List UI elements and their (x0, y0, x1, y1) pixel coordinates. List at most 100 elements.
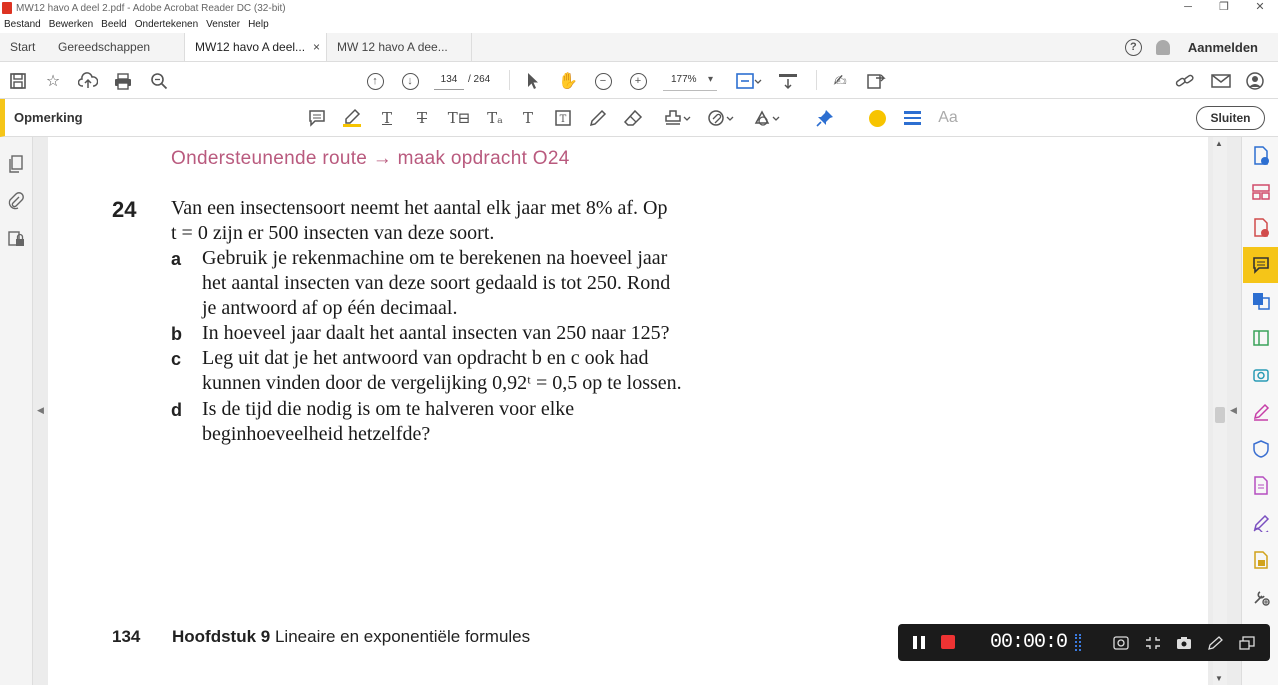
enhance-scan-icon[interactable] (1251, 365, 1271, 385)
main-toolbar: ☆ ↑ ↓ ✋ − + ✍ (0, 62, 1278, 99)
tab-document-active[interactable]: MW12 havo A deel... × (184, 33, 327, 61)
toolbar-divider (816, 70, 817, 90)
combine-files-icon[interactable] (1251, 291, 1271, 311)
save-icon[interactable] (8, 71, 28, 91)
fill-sign-icon[interactable] (1251, 402, 1271, 422)
create-pdf-icon[interactable] (1251, 218, 1271, 238)
next-page-icon[interactable]: ↓ (400, 71, 420, 91)
send-document-icon[interactable] (1251, 550, 1271, 570)
select-cursor-icon[interactable] (523, 71, 543, 91)
page-thumbnails-icon[interactable] (7, 155, 25, 173)
replace-text-icon[interactable]: T⊟ (447, 108, 471, 128)
collapse-right-panel-icon[interactable]: ◀ (1230, 405, 1237, 416)
cloud-upload-icon[interactable] (78, 71, 98, 91)
zoom-search-icon[interactable] (149, 71, 169, 91)
close-tab-icon[interactable]: × (313, 40, 320, 54)
title-bar: MW12 havo A deel 2.pdf - Adobe Acrobat R… (0, 0, 1278, 16)
protect-shield-icon[interactable] (1251, 439, 1271, 459)
menu-bewerken[interactable]: Bewerken (45, 19, 97, 30)
shapes-icon[interactable] (753, 108, 781, 128)
webcam-icon[interactable] (1112, 634, 1130, 651)
edit-pdf-icon[interactable] (1251, 328, 1271, 348)
hand-tool-icon[interactable]: ✋ (558, 71, 578, 91)
line-thickness-icon[interactable] (902, 108, 922, 128)
fullscreen-icon[interactable] (1144, 634, 1162, 651)
pin-icon[interactable] (815, 108, 835, 128)
highlight-text-icon[interactable] (342, 108, 362, 128)
pause-recording-icon[interactable] (913, 636, 925, 649)
footer-chapter: Hoofdstuk 9 (172, 627, 271, 646)
subquestion-label-d: d (171, 400, 182, 420)
share-document-icon[interactable] (866, 71, 886, 91)
underline-text-icon[interactable]: T (377, 108, 397, 128)
font-settings-icon[interactable]: Aa (936, 108, 960, 128)
attachments-icon[interactable] (7, 192, 25, 210)
menu-help[interactable]: Help (244, 19, 273, 30)
sign-in-button[interactable]: Aanmelden (1188, 40, 1258, 55)
menu-beeld[interactable]: Beeld (97, 19, 131, 30)
more-tools-icon[interactable] (1251, 587, 1271, 607)
subquestion-label-c: c (171, 349, 182, 369)
previous-page-icon[interactable]: ↑ (365, 71, 385, 91)
question-intro-line-2: t = 0 zijn er 500 insecten van deze soor… (171, 222, 495, 244)
scroll-mode-icon[interactable] (778, 71, 798, 91)
menu-venster[interactable]: Venster (202, 19, 244, 30)
acrobat-logo-icon (2, 2, 12, 14)
prepare-form-icon[interactable] (1251, 476, 1271, 496)
menu-bar: Bestand Bewerken Beeld Ondertekenen Vens… (0, 16, 1278, 33)
maximize-button[interactable]: ❐ (1206, 0, 1242, 16)
help-icon[interactable]: ? (1124, 38, 1142, 56)
link-icon[interactable] (1175, 71, 1195, 91)
zoom-out-icon[interactable]: − (593, 71, 613, 91)
stop-recording-icon[interactable] (941, 635, 955, 649)
print-icon[interactable] (113, 71, 133, 91)
tab-tools[interactable]: Gereedschappen (48, 33, 184, 61)
zoom-in-icon[interactable]: + (628, 71, 648, 91)
bell-icon[interactable] (1155, 39, 1170, 55)
star-icon[interactable]: ☆ (43, 71, 63, 91)
vertical-scrollbar[interactable]: ▲ ▼ (1213, 137, 1227, 685)
subquestion-label-a: a (171, 249, 182, 269)
add-user-icon[interactable] (1246, 71, 1266, 91)
insert-text-icon[interactable]: Tₐ (483, 108, 507, 128)
sign-icon[interactable]: ✍ (830, 71, 850, 91)
stamp-icon[interactable] (664, 108, 692, 128)
close-comment-button[interactable]: Sluiten (1196, 106, 1265, 130)
menu-ondertekenen[interactable]: Ondertekenen (131, 19, 202, 30)
page-fit-icon[interactable] (736, 71, 762, 91)
pencil-draw-icon[interactable] (588, 108, 608, 128)
minimize-button[interactable]: ─ (1170, 0, 1206, 16)
page-number-input[interactable]: 134 (434, 70, 464, 90)
comment-tool-icon[interactable] (1251, 255, 1271, 275)
add-text-comment-icon[interactable]: T (518, 108, 538, 128)
annotate-pen-icon[interactable] (1206, 634, 1224, 651)
eraser-icon[interactable] (623, 108, 643, 128)
request-signature-icon[interactable] (1251, 513, 1271, 533)
scroll-down-arrow-icon[interactable]: ▼ (1215, 674, 1223, 683)
audio-level-meter (1075, 634, 1081, 651)
tab-document-2[interactable]: MW 12 havo A dee... (327, 33, 472, 61)
tab-start[interactable]: Start (0, 33, 48, 61)
sticky-note-icon[interactable] (307, 108, 327, 128)
mail-icon[interactable] (1211, 71, 1231, 91)
zoom-level-dropdown[interactable]: 177% (663, 70, 717, 91)
organize-pages-icon[interactable] (1251, 182, 1271, 202)
screenshot-camera-icon[interactable] (1175, 634, 1193, 651)
text-box-icon[interactable]: T (553, 108, 573, 128)
scroll-thumb[interactable] (1215, 407, 1225, 423)
close-window-button[interactable]: ✕ (1242, 0, 1278, 16)
scroll-up-arrow-icon[interactable]: ▲ (1215, 139, 1223, 148)
color-picker-icon[interactable] (867, 108, 887, 128)
attach-file-icon[interactable] (707, 108, 735, 128)
tab-document-label: MW12 havo A deel... (195, 40, 306, 54)
minimize-recorder-icon[interactable] (1238, 634, 1256, 651)
export-pdf-icon[interactable] (1251, 146, 1271, 166)
window-title: MW12 havo A deel 2.pdf - Adobe Acrobat R… (16, 2, 286, 14)
document-lock-icon[interactable] (7, 230, 25, 248)
strikethrough-text-icon[interactable]: T (412, 108, 432, 128)
menu-bestand[interactable]: Bestand (0, 19, 45, 30)
subquestion-c-line-2: kunnen vinden door de vergelijking 0,92ᵗ… (202, 372, 682, 394)
subquestion-a-line-1: Gebruik je rekenmachine om te berekenen … (202, 247, 668, 269)
page-footer-title: Hoofdstuk 9 Lineaire en exponentiële for… (172, 627, 530, 647)
collapse-left-panel-icon[interactable]: ◀ (37, 405, 44, 416)
